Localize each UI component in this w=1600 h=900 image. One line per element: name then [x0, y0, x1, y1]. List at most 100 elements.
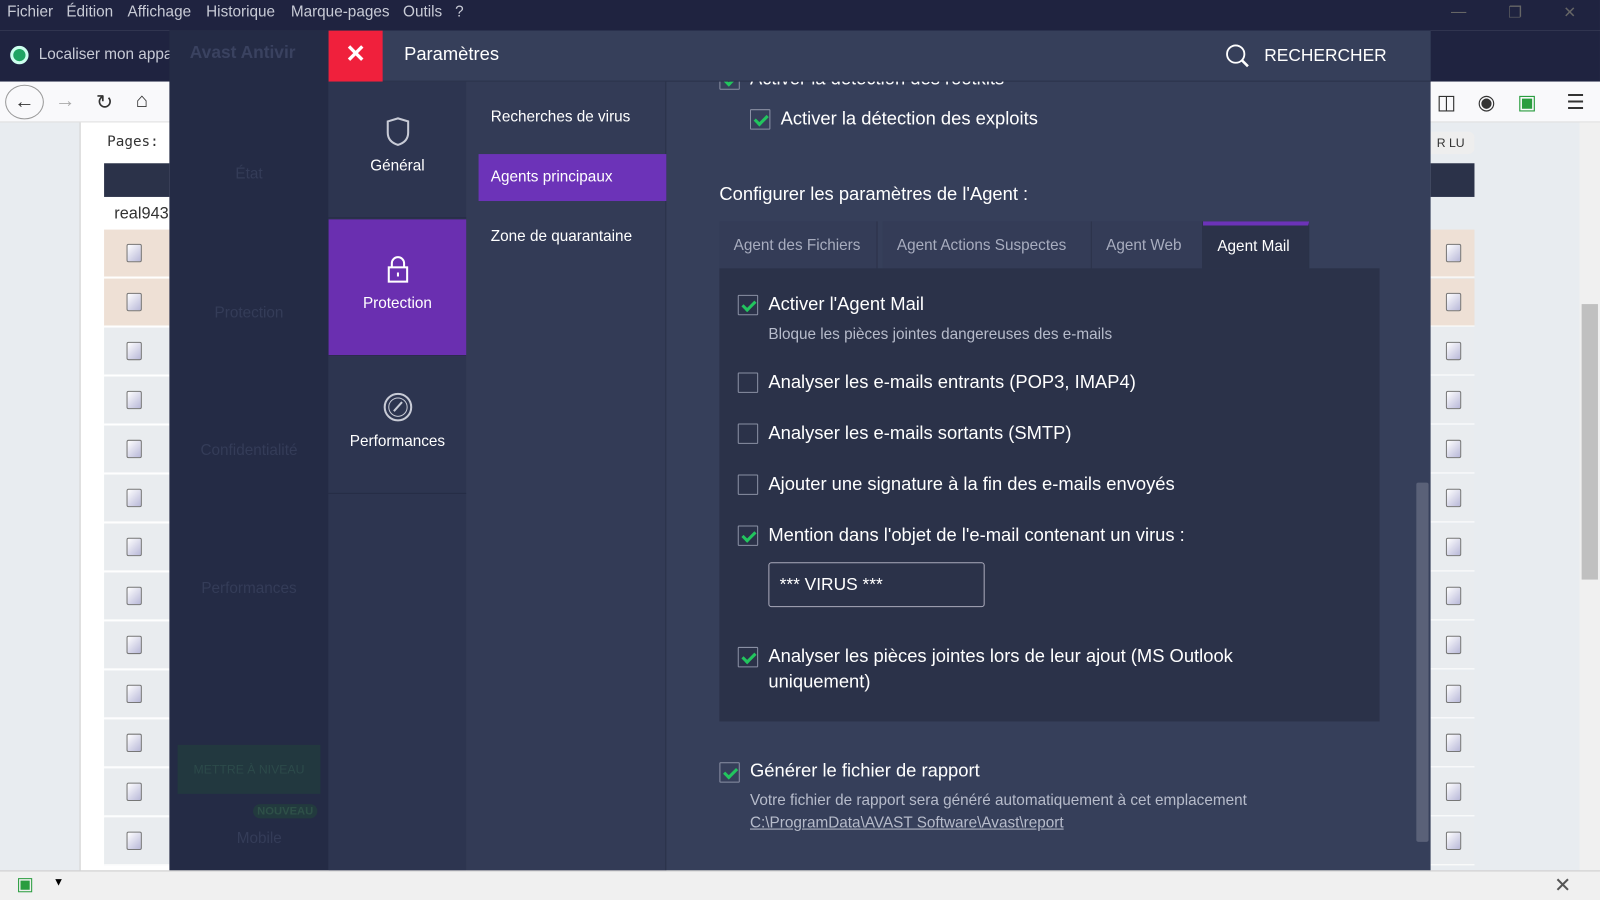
table-row[interactable] [104, 572, 170, 621]
reader-view-icon[interactable]: ◫ [1437, 90, 1456, 116]
category-performances[interactable]: Performances [328, 357, 467, 494]
table-row[interactable] [104, 523, 170, 572]
avast-main-sidebar: Avast Antivir État Protection Confidenti… [169, 30, 329, 871]
go-to-last-post-icon[interactable] [1445, 243, 1462, 263]
table-row[interactable] [104, 719, 170, 768]
go-to-last-post-icon[interactable] [1445, 684, 1462, 704]
go-to-last-post-icon[interactable] [1445, 341, 1462, 361]
signature-checkbox[interactable] [737, 474, 759, 495]
subject-checkbox[interactable] [737, 525, 759, 546]
close-settings-button[interactable]: ✕ [328, 30, 383, 82]
settings-scrollbar[interactable] [1416, 82, 1429, 871]
table-row-right[interactable] [1430, 572, 1475, 621]
back-icon[interactable]: ← [5, 84, 44, 120]
go-to-last-post-icon[interactable] [1445, 488, 1462, 508]
menu-marque-pages[interactable]: Marque-pages [291, 3, 390, 20]
shield-icon [386, 117, 409, 146]
close-window-icon[interactable]: ✕ [1563, 3, 1576, 21]
category-protection[interactable]: Protection [328, 219, 467, 357]
table-row[interactable] [104, 327, 170, 376]
go-to-last-post-icon[interactable] [1445, 782, 1462, 802]
table-row[interactable] [104, 474, 170, 523]
table-row-right[interactable] [1430, 817, 1475, 866]
go-to-last-post-icon[interactable] [1445, 635, 1462, 655]
table-row-right[interactable] [1430, 376, 1475, 425]
table-row-right[interactable] [1430, 523, 1475, 572]
table-row[interactable] [104, 278, 170, 327]
mobile-link[interactable]: Mobile [237, 830, 282, 847]
page-scrollbar[interactable] [1579, 122, 1600, 871]
minimize-icon[interactable]: — [1451, 3, 1466, 20]
table-row[interactable] [104, 376, 170, 425]
menu-outils[interactable]: Outils [403, 3, 442, 20]
browser-tab[interactable]: Localiser mon appa [39, 46, 173, 63]
restore-icon[interactable]: ❐ [1508, 3, 1522, 21]
go-to-last-post-icon[interactable] [1445, 390, 1462, 410]
mark-read-button[interactable]: R LU [1430, 131, 1475, 155]
table-row-right[interactable] [1430, 474, 1475, 523]
reload-icon[interactable]: ↻ [96, 90, 113, 116]
roboform-toolbar-icon[interactable]: ▣ [16, 873, 33, 894]
table-row-right[interactable] [1430, 229, 1475, 278]
menu-help[interactable]: ? [455, 3, 464, 20]
tab-agent-web[interactable]: Agent Web [1091, 221, 1204, 269]
menu-affichage[interactable]: Affichage [128, 3, 192, 20]
category-label: Performances [349, 432, 446, 450]
topic-icon [126, 488, 142, 508]
tab-agent-mail[interactable]: Agent Mail [1203, 221, 1310, 269]
table-row[interactable] [104, 425, 170, 474]
category-general[interactable]: Général [328, 82, 467, 219]
table-row-right[interactable] [1430, 719, 1475, 768]
sidebar-confidentialite[interactable]: Confidentialité [169, 442, 328, 459]
menu-edition[interactable]: Édition [66, 3, 113, 20]
table-row-right[interactable] [1430, 670, 1475, 719]
go-to-last-post-icon[interactable] [1445, 733, 1462, 753]
table-row[interactable] [104, 621, 170, 670]
forward-icon[interactable]: → [55, 90, 75, 113]
home-icon[interactable]: ⌂ [136, 90, 148, 113]
subnav-recherches[interactable]: Recherches de virus [479, 94, 667, 141]
sidebar-etat[interactable]: État [169, 165, 328, 182]
search-button[interactable]: RECHERCHER [1264, 46, 1386, 66]
search-icon[interactable] [1224, 43, 1251, 70]
outlook-checkbox[interactable] [737, 646, 759, 668]
go-to-last-post-icon[interactable] [1445, 537, 1462, 557]
table-row-right[interactable] [1430, 327, 1475, 376]
report-checkbox[interactable] [719, 762, 740, 783]
incoming-label: Analyser les e-mails entrants (POP3, IMA… [768, 371, 1136, 392]
table-row[interactable] [104, 768, 170, 817]
table-row[interactable] [104, 670, 170, 719]
sidebar-performances[interactable]: Performances [169, 580, 328, 597]
tab-agent-actions[interactable]: Agent Actions Suspectes [882, 221, 1092, 269]
hamburger-menu-icon[interactable]: ☰ [1566, 90, 1584, 116]
go-to-last-post-icon[interactable] [1445, 586, 1462, 606]
go-to-last-post-icon[interactable] [1445, 831, 1462, 850]
incoming-checkbox[interactable] [737, 372, 759, 393]
go-to-last-post-icon[interactable] [1445, 439, 1462, 459]
outgoing-label: Analyser les e-mails sortants (SMTP) [768, 422, 1072, 443]
table-row-right[interactable] [1430, 621, 1475, 670]
menu-historique[interactable]: Historique [206, 3, 275, 20]
go-to-last-post-icon[interactable] [1445, 292, 1462, 312]
subject-tag-input[interactable] [768, 562, 985, 608]
report-path-link[interactable]: C:\ProgramData\AVAST Software\Avast\repo… [750, 814, 1064, 831]
rootkits-checkbox[interactable] [719, 81, 740, 90]
sidebar-protection[interactable]: Protection [169, 304, 328, 321]
dropdown-arrow-icon[interactable]: ▼ [53, 877, 64, 889]
table-row[interactable] [104, 817, 170, 866]
upgrade-button[interactable]: METTRE À NIVEAU [177, 744, 321, 794]
subnav-agents-principaux[interactable]: Agents principaux [478, 154, 667, 202]
table-row-right[interactable] [1430, 768, 1475, 817]
tab-agent-fichiers[interactable]: Agent des Fichiers [719, 221, 878, 269]
exploits-checkbox[interactable] [749, 109, 771, 130]
subnav-quarantaine[interactable]: Zone de quarantaine [479, 213, 667, 260]
roboform-icon[interactable]: ▣ [1517, 90, 1536, 116]
outgoing-checkbox[interactable] [737, 423, 759, 444]
close-toolbar-icon[interactable]: ✕ [1554, 872, 1571, 898]
enable-mail-checkbox[interactable] [737, 294, 759, 316]
table-row-right[interactable] [1430, 278, 1475, 327]
menu-fichier[interactable]: Fichier [7, 3, 53, 20]
table-row-right[interactable] [1430, 425, 1475, 474]
account-icon[interactable]: ◉ [1478, 90, 1496, 116]
table-row[interactable] [104, 229, 170, 278]
